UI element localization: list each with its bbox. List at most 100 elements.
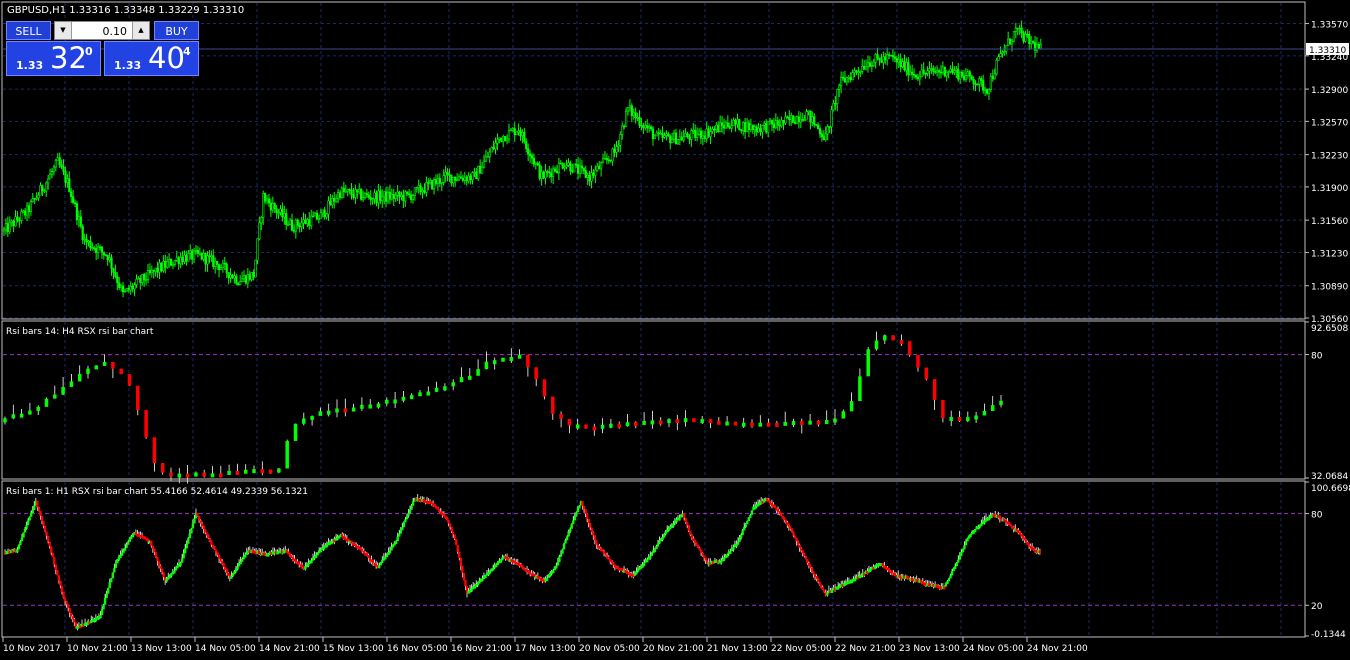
candle-body [786, 116, 789, 119]
rsi-bar [111, 572, 114, 579]
rsi-bar [891, 335, 895, 341]
candle-body [446, 171, 449, 175]
candle-body [659, 132, 662, 135]
trading-chart[interactable]: GBPUSD,H1 1.33316 1.33348 1.33229 1.3331… [0, 0, 1350, 660]
candle-body [694, 129, 697, 138]
rsi-bar [404, 519, 407, 523]
candle-body [749, 124, 752, 131]
candle-body [175, 257, 178, 261]
rsi-bar [736, 541, 740, 545]
candle-body [682, 136, 685, 141]
candle-body [930, 68, 933, 70]
candle-body [288, 219, 292, 225]
price-tick-label: 1.31560 [1311, 217, 1348, 227]
candle-body [859, 71, 862, 73]
rsi-bar [534, 367, 538, 380]
rsi-bar [866, 349, 870, 377]
rsi-bar [1038, 550, 1042, 554]
candle-body [972, 79, 975, 84]
candle-body [826, 126, 829, 135]
candle-body [1001, 51, 1004, 54]
candle-body [847, 76, 850, 79]
rsi-bar [42, 521, 45, 526]
candle-body [143, 273, 146, 281]
rsi-bar [418, 392, 422, 397]
buy-button[interactable]: BUY [154, 21, 199, 40]
rsi-bar [696, 544, 700, 548]
rsi-bar [787, 523, 791, 527]
candle-body [204, 252, 207, 265]
lot-decrease-icon[interactable]: ▼ [55, 22, 72, 39]
candle-body [1008, 38, 1012, 45]
candle-body [776, 120, 779, 126]
rsi-bar [443, 386, 447, 391]
candle-body [425, 182, 428, 193]
time-tick-label: 13 Nov 13:00 [131, 644, 192, 654]
rsi-bar [213, 546, 216, 550]
rsi-bar [575, 512, 578, 517]
time-tick-label: 14 Nov 05:00 [195, 644, 256, 654]
rsi-bar [964, 541, 968, 546]
candle-body [81, 225, 84, 241]
candle-body [567, 162, 570, 166]
candle-body [876, 54, 879, 59]
sell-button[interactable]: SELL [6, 21, 51, 40]
rsi-bar [33, 505, 36, 510]
rsi-h1-title: Rsi bars 1: H1 RSX rsi bar chart 55.4166… [6, 487, 308, 497]
rsi-bar [796, 541, 800, 545]
lot-size-field[interactable]: ▼ 0.10 ▲ [54, 21, 150, 40]
candle-body [632, 112, 635, 116]
candle-body [738, 119, 741, 131]
rsi-bar [459, 557, 463, 566]
candle-body [406, 191, 409, 195]
candle-body [342, 187, 345, 192]
candle-body [778, 124, 781, 127]
candle-body [473, 171, 476, 174]
candle-body [323, 209, 326, 218]
rsi-bar [916, 355, 920, 368]
candle-body [196, 249, 200, 254]
candle-body [807, 110, 810, 113]
candle-body [450, 174, 453, 184]
candle-body [1005, 45, 1008, 52]
rsi-bar [401, 527, 404, 531]
rsi-bar [154, 552, 158, 558]
candle-body [745, 122, 749, 133]
candle-body [148, 269, 152, 274]
rsi-bar [585, 513, 589, 519]
rsi-bar [388, 550, 392, 554]
rsi-bar [806, 559, 809, 564]
candle-body [465, 176, 468, 182]
rsi-bar [210, 540, 213, 545]
candle-body [73, 202, 77, 204]
buy-price-button[interactable]: 1.33 40 4 [104, 41, 199, 76]
candle-body [6, 223, 9, 232]
rsi-bar [207, 534, 210, 539]
rsi-bar [556, 562, 560, 566]
candle-body [352, 194, 355, 198]
candle-body [392, 193, 395, 199]
candle-body [471, 172, 474, 181]
rsi-bar [77, 373, 82, 382]
candle-body [484, 156, 488, 162]
candle-body [770, 119, 774, 125]
candle-body [580, 165, 584, 169]
candle-body [350, 189, 353, 196]
rsi-h4-panel-frame [1, 320, 1306, 480]
candle-body [699, 130, 703, 139]
rsi-bar [277, 468, 281, 473]
rsi-bar [125, 544, 128, 548]
rsi-bar [326, 410, 331, 415]
candle-body [920, 69, 923, 77]
candle-body [400, 194, 403, 197]
candle-body [767, 121, 770, 133]
rsi-bar [695, 542, 698, 546]
candle-body [982, 80, 985, 91]
candle-body [527, 148, 530, 155]
sell-price-button[interactable]: 1.33 32 0 [6, 41, 101, 76]
candle-body [740, 129, 743, 132]
rsi-bar [210, 473, 215, 478]
lot-increase-icon[interactable]: ▲ [132, 22, 149, 39]
rsi-bar [448, 523, 452, 527]
candle-body [500, 137, 503, 142]
